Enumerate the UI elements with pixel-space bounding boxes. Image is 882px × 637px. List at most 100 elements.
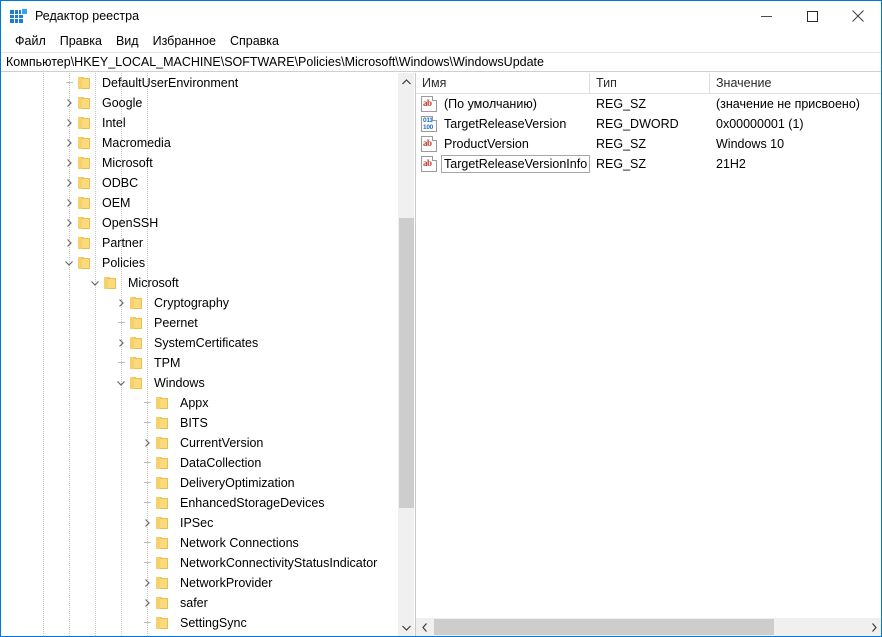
tree-item-defaultuserenvironment[interactable]: DefaultUserEnvironment: [1, 73, 397, 93]
values-horizontal-scrollbar[interactable]: [416, 618, 881, 636]
tree-item-system[interactable]: System: [1, 633, 397, 636]
tree-item-label: DefaultUserEnvironment: [102, 76, 239, 90]
address-bar[interactable]: Компьютер\HKEY_LOCAL_MACHINE\SOFTWARE\Po…: [1, 52, 881, 72]
folder-icon: [155, 413, 172, 433]
values-scroll-right-button[interactable]: [865, 618, 881, 636]
tree-item-policies[interactable]: Policies: [1, 253, 397, 273]
values-hscroll-track[interactable]: [434, 618, 865, 636]
tree-item-label: SystemCertificates: [154, 336, 259, 350]
chevron-right-icon[interactable]: [61, 153, 77, 173]
tree-leaf-connector: [113, 353, 129, 373]
folder-icon: [129, 333, 146, 353]
tree-vertical-scrollbar[interactable]: [397, 73, 414, 636]
chevron-right-icon[interactable]: [139, 433, 155, 453]
tree-item-microsoft[interactable]: Microsoft: [1, 153, 397, 173]
folder-icon: [155, 473, 172, 493]
tree-scroll-up-button[interactable]: [398, 73, 414, 90]
value-row[interactable]: ab TargetReleaseVersionInfo REG_SZ 21H2: [416, 154, 881, 174]
values-hscrollbar-thumb[interactable]: [434, 619, 774, 635]
column-header-value[interactable]: Значение: [710, 73, 881, 93]
tree-item-odbc[interactable]: ODBC: [1, 173, 397, 193]
menu-item-favorites[interactable]: Избранное: [146, 30, 223, 52]
chevron-right-icon[interactable]: [113, 293, 129, 313]
value-row[interactable]: ab ProductVersion REG_SZ Windows 10: [416, 134, 881, 154]
value-row[interactable]: ab (По умолчанию) REG_SZ (значение не присв…: [416, 94, 881, 114]
tree-item-openssh[interactable]: OpenSSH: [1, 213, 397, 233]
tree-item-microsoft[interactable]: Microsoft: [1, 273, 397, 293]
menu-item-edit[interactable]: Правка: [53, 30, 109, 52]
tree-item-bits[interactable]: BITS: [1, 413, 397, 433]
tree-item-oem[interactable]: OEM: [1, 193, 397, 213]
tree-item-label: Partner: [102, 236, 143, 250]
chevron-right-icon[interactable]: [61, 173, 77, 193]
chevron-down-icon[interactable]: [61, 253, 77, 273]
chevron-right-icon[interactable]: [61, 93, 77, 113]
tree-item-label: Microsoft: [102, 156, 153, 170]
tree-item-appx[interactable]: Appx: [1, 393, 397, 413]
chevron-right-icon[interactable]: [139, 573, 155, 593]
registry-values-pane: Имя Тип Значение ab (По умолчанию) REG_SZ (…: [415, 73, 881, 636]
folder-icon: [155, 393, 172, 413]
tree-item-networkprovider[interactable]: NetworkProvider: [1, 573, 397, 593]
tree-item-partner[interactable]: Partner: [1, 233, 397, 253]
tree-scrollbar-thumb[interactable]: [399, 218, 414, 508]
menu-item-view[interactable]: Вид: [109, 30, 146, 52]
tree-item-label: Macromedia: [102, 136, 171, 150]
chevron-right-icon[interactable]: [61, 233, 77, 253]
tree-item-systemcertificates[interactable]: SystemCertificates: [1, 333, 397, 353]
tree-item-settingsync[interactable]: SettingSync: [1, 613, 397, 633]
value-name-cell[interactable]: ab TargetReleaseVersionInfo: [416, 155, 590, 173]
tree-item-ipsec[interactable]: IPSec: [1, 513, 397, 533]
close-button[interactable]: [835, 1, 881, 31]
tree-item-intel[interactable]: Intel: [1, 113, 397, 133]
value-data-cell: (значение не присвоено): [716, 97, 860, 111]
folder-icon: [77, 153, 94, 173]
title-bar: Редактор реестра: [1, 0, 881, 30]
menu-item-help[interactable]: Справка: [223, 30, 286, 52]
tree-item-label: Appx: [180, 396, 209, 410]
value-name-cell[interactable]: 011 100 TargetReleaseVersion: [416, 115, 590, 133]
chevron-right-icon[interactable]: [139, 513, 155, 533]
tree-item-label: Windows: [154, 376, 205, 390]
registry-tree[interactable]: DefaultUserEnvironment Google Intel Macrome…: [1, 73, 397, 636]
tree-item-google[interactable]: Google: [1, 93, 397, 113]
folder-icon: [155, 493, 172, 513]
chevron-right-icon[interactable]: [113, 333, 129, 353]
tree-leaf-connector: [139, 553, 155, 573]
tree-item-label: SettingSync: [180, 616, 247, 630]
minimize-button[interactable]: [743, 1, 789, 31]
value-name-cell[interactable]: ab ProductVersion: [416, 135, 590, 153]
maximize-button[interactable]: [789, 1, 835, 31]
chevron-down-icon[interactable]: [113, 373, 129, 393]
tree-item-deliveryoptimization[interactable]: DeliveryOptimization: [1, 473, 397, 493]
tree-item-enhancedstoragedevices[interactable]: EnhancedStorageDevices: [1, 493, 397, 513]
values-scroll-left-button[interactable]: [416, 618, 434, 636]
tree-item-windows[interactable]: Windows: [1, 373, 397, 393]
chevron-right-icon[interactable]: [61, 133, 77, 153]
tree-item-currentversion[interactable]: CurrentVersion: [1, 433, 397, 453]
tree-item-networkconnectivitystatusindicator[interactable]: NetworkConnectivityStatusIndicator: [1, 553, 397, 573]
tree-item-safer[interactable]: safer: [1, 593, 397, 613]
string-value-icon: ab: [421, 136, 437, 152]
value-row[interactable]: 011 100 TargetReleaseVersion REG_DWORD 0x000…: [416, 114, 881, 134]
values-column-headers: Имя Тип Значение: [416, 73, 881, 94]
tree-item-macromedia[interactable]: Macromedia: [1, 133, 397, 153]
chevron-right-icon[interactable]: [61, 213, 77, 233]
tree-item-cryptography[interactable]: Cryptography: [1, 293, 397, 313]
chevron-down-icon[interactable]: [87, 273, 103, 293]
tree-leaf-connector: [139, 413, 155, 433]
tree-item-peernet[interactable]: Peernet: [1, 313, 397, 333]
chevron-right-icon[interactable]: [139, 593, 155, 613]
column-header-type[interactable]: Тип: [590, 73, 710, 93]
menu-item-file[interactable]: Файл: [8, 30, 53, 52]
tree-item-tpm[interactable]: TPM: [1, 353, 397, 373]
column-header-name[interactable]: Имя: [416, 73, 590, 93]
value-name-cell[interactable]: ab (По умолчанию): [416, 95, 590, 113]
tree-item-network-connections[interactable]: Network Connections: [1, 533, 397, 553]
chevron-right-icon[interactable]: [61, 113, 77, 133]
chevron-right-icon[interactable]: [61, 193, 77, 213]
values-list[interactable]: ab (По умолчанию) REG_SZ (значение не присв…: [416, 94, 881, 616]
tree-item-label: IPSec: [180, 516, 214, 530]
tree-item-datacollection[interactable]: DataCollection: [1, 453, 397, 473]
tree-scroll-down-button[interactable]: [398, 619, 414, 636]
